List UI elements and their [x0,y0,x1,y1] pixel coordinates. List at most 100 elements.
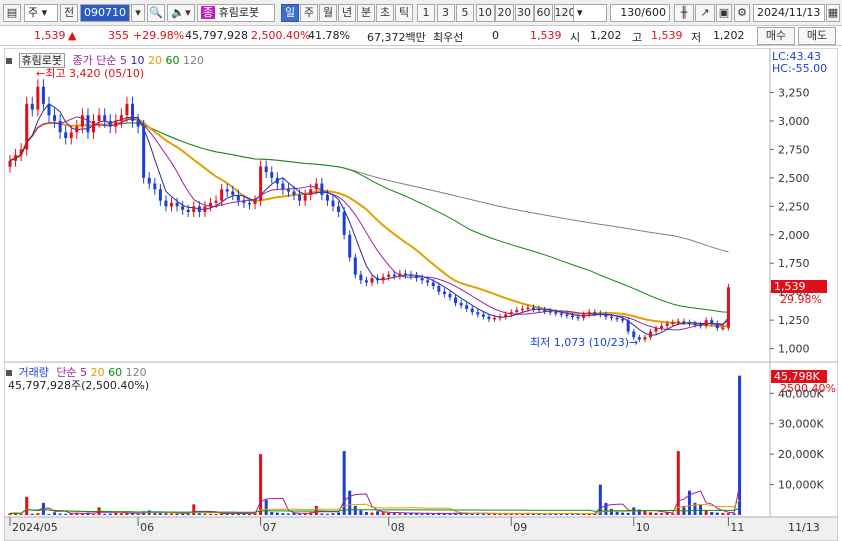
period-tab[interactable]: 년 [338,4,356,22]
candle-body [693,323,697,326]
candle-body [381,276,385,281]
min-annotation: 최저 1,073 (10/23)→ [530,336,639,349]
volume-bar [376,511,380,515]
legend-square-icon [6,370,12,376]
volume-bar [604,502,608,515]
candle-body [660,325,664,329]
volume-bar [192,504,196,515]
legend-square-icon [6,58,12,64]
volume-bar [415,513,419,515]
volume-bar [381,512,385,515]
candle-body [459,303,463,306]
price-tick-label: 3,000 [778,115,810,128]
current-price: 1,539 [34,29,66,42]
candle-body [64,132,68,138]
candle-body [726,287,730,328]
candle-body [108,120,112,127]
count-field[interactable]: 130/600 [610,4,670,22]
volume-bar [732,513,736,515]
period-tab[interactable]: 틱 [395,4,413,22]
price-tick-label: 2,000 [778,229,810,242]
max-label: 최고 3,420 (05/10) [45,67,145,80]
candle-body [264,166,268,173]
pref-label: 최우선 [433,31,464,44]
candle-body [342,212,346,235]
candle-body [114,120,118,127]
volume-bar [726,513,730,515]
sound-icon[interactable]: 🔈▾ [167,4,195,22]
candle-body [504,314,508,317]
quote-bar: 1,539 ▲ 355 +29.98% 45,797,928 2,500.40%… [0,26,842,46]
candle-body [314,183,318,190]
candle-body [704,320,708,326]
prev-button[interactable]: 전 [60,4,78,22]
time-axis-frame [3,516,839,541]
candle-body [286,189,290,192]
candle-body [214,200,218,203]
interval-dropdown[interactable]: ▾ [573,4,607,22]
open-value: 1,202 [590,29,622,42]
line-chart-icon[interactable]: ↗ [695,4,715,22]
window-menu-icon[interactable]: ▤ [3,4,21,22]
candle-body [570,315,574,318]
volume-bar [621,512,625,515]
price-pane-frame [3,47,839,363]
candle-body [136,120,140,127]
interval-tab[interactable]: 60 [534,4,553,22]
period-tab[interactable]: 일 [281,4,299,22]
candle-body [303,194,307,201]
candle-body [409,274,413,277]
time-label: 2024/05 [12,521,58,534]
interval-tab[interactable]: 1 [417,4,435,22]
candle-body [131,103,135,121]
pref-value: 0 [492,29,499,42]
high-label: 고 [632,31,643,44]
candle-body [103,115,107,121]
interval-tab[interactable]: 20 [495,4,514,22]
code-dropdown-icon[interactable]: ▾ [131,4,145,22]
calendar-icon[interactable]: ▦ [826,4,840,22]
volume-bar [19,514,23,516]
market-value: 주 [28,6,39,19]
candle-body [364,280,368,283]
settings-icon[interactable]: ⚙ [734,4,750,22]
volume-bar [164,513,168,515]
candle-body [192,206,196,212]
candle-body [481,314,485,317]
save-icon[interactable]: ▣ [716,4,732,22]
candle-body [41,86,45,104]
chart-area[interactable]: 3,2503,0002,7502,5002,2502,0001,7501,500… [3,47,839,541]
market-select[interactable]: 주 ▾ [24,4,58,22]
period-tab[interactable]: 초 [376,4,394,22]
interval-tab[interactable]: 120 [553,4,576,22]
volume-bar [298,513,302,515]
chart-svg[interactable]: 3,2503,0002,7502,5002,2502,0001,7501,500… [3,47,839,541]
interval-tab[interactable]: 10 [475,4,495,22]
lc-hc: LC:43.43 HC:-55.00 [772,51,827,75]
period-tab[interactable]: 주 [300,4,318,22]
candle-body [576,316,580,319]
volume-bar [92,514,96,516]
candle-body [626,320,630,332]
candle-body [231,191,235,195]
period-tab[interactable]: 분 [357,4,375,22]
volume-bar [676,451,680,515]
sell-button[interactable]: 매도 [798,27,836,45]
interval-tab[interactable]: 30 [514,4,534,22]
interval-tab[interactable]: 3 [436,4,455,22]
candle-body [415,275,419,279]
date-field[interactable]: 2024/11/13 [753,4,825,22]
search-icon[interactable]: 🔍 [147,4,165,22]
volume-bar [470,513,474,515]
period-tab[interactable]: 월 [319,4,337,22]
candle-body [604,314,608,317]
interval-tab[interactable]: 5 [456,4,474,22]
buy-button[interactable]: 매수 [757,27,795,45]
volume-bar [53,512,57,515]
candle-icon[interactable]: ╫ [674,4,694,22]
high-value: 1,539 [651,29,683,42]
code-input[interactable]: 090710 [80,4,130,22]
candle-body [609,316,613,319]
candle-body [470,308,474,313]
volume-bar [420,513,424,515]
